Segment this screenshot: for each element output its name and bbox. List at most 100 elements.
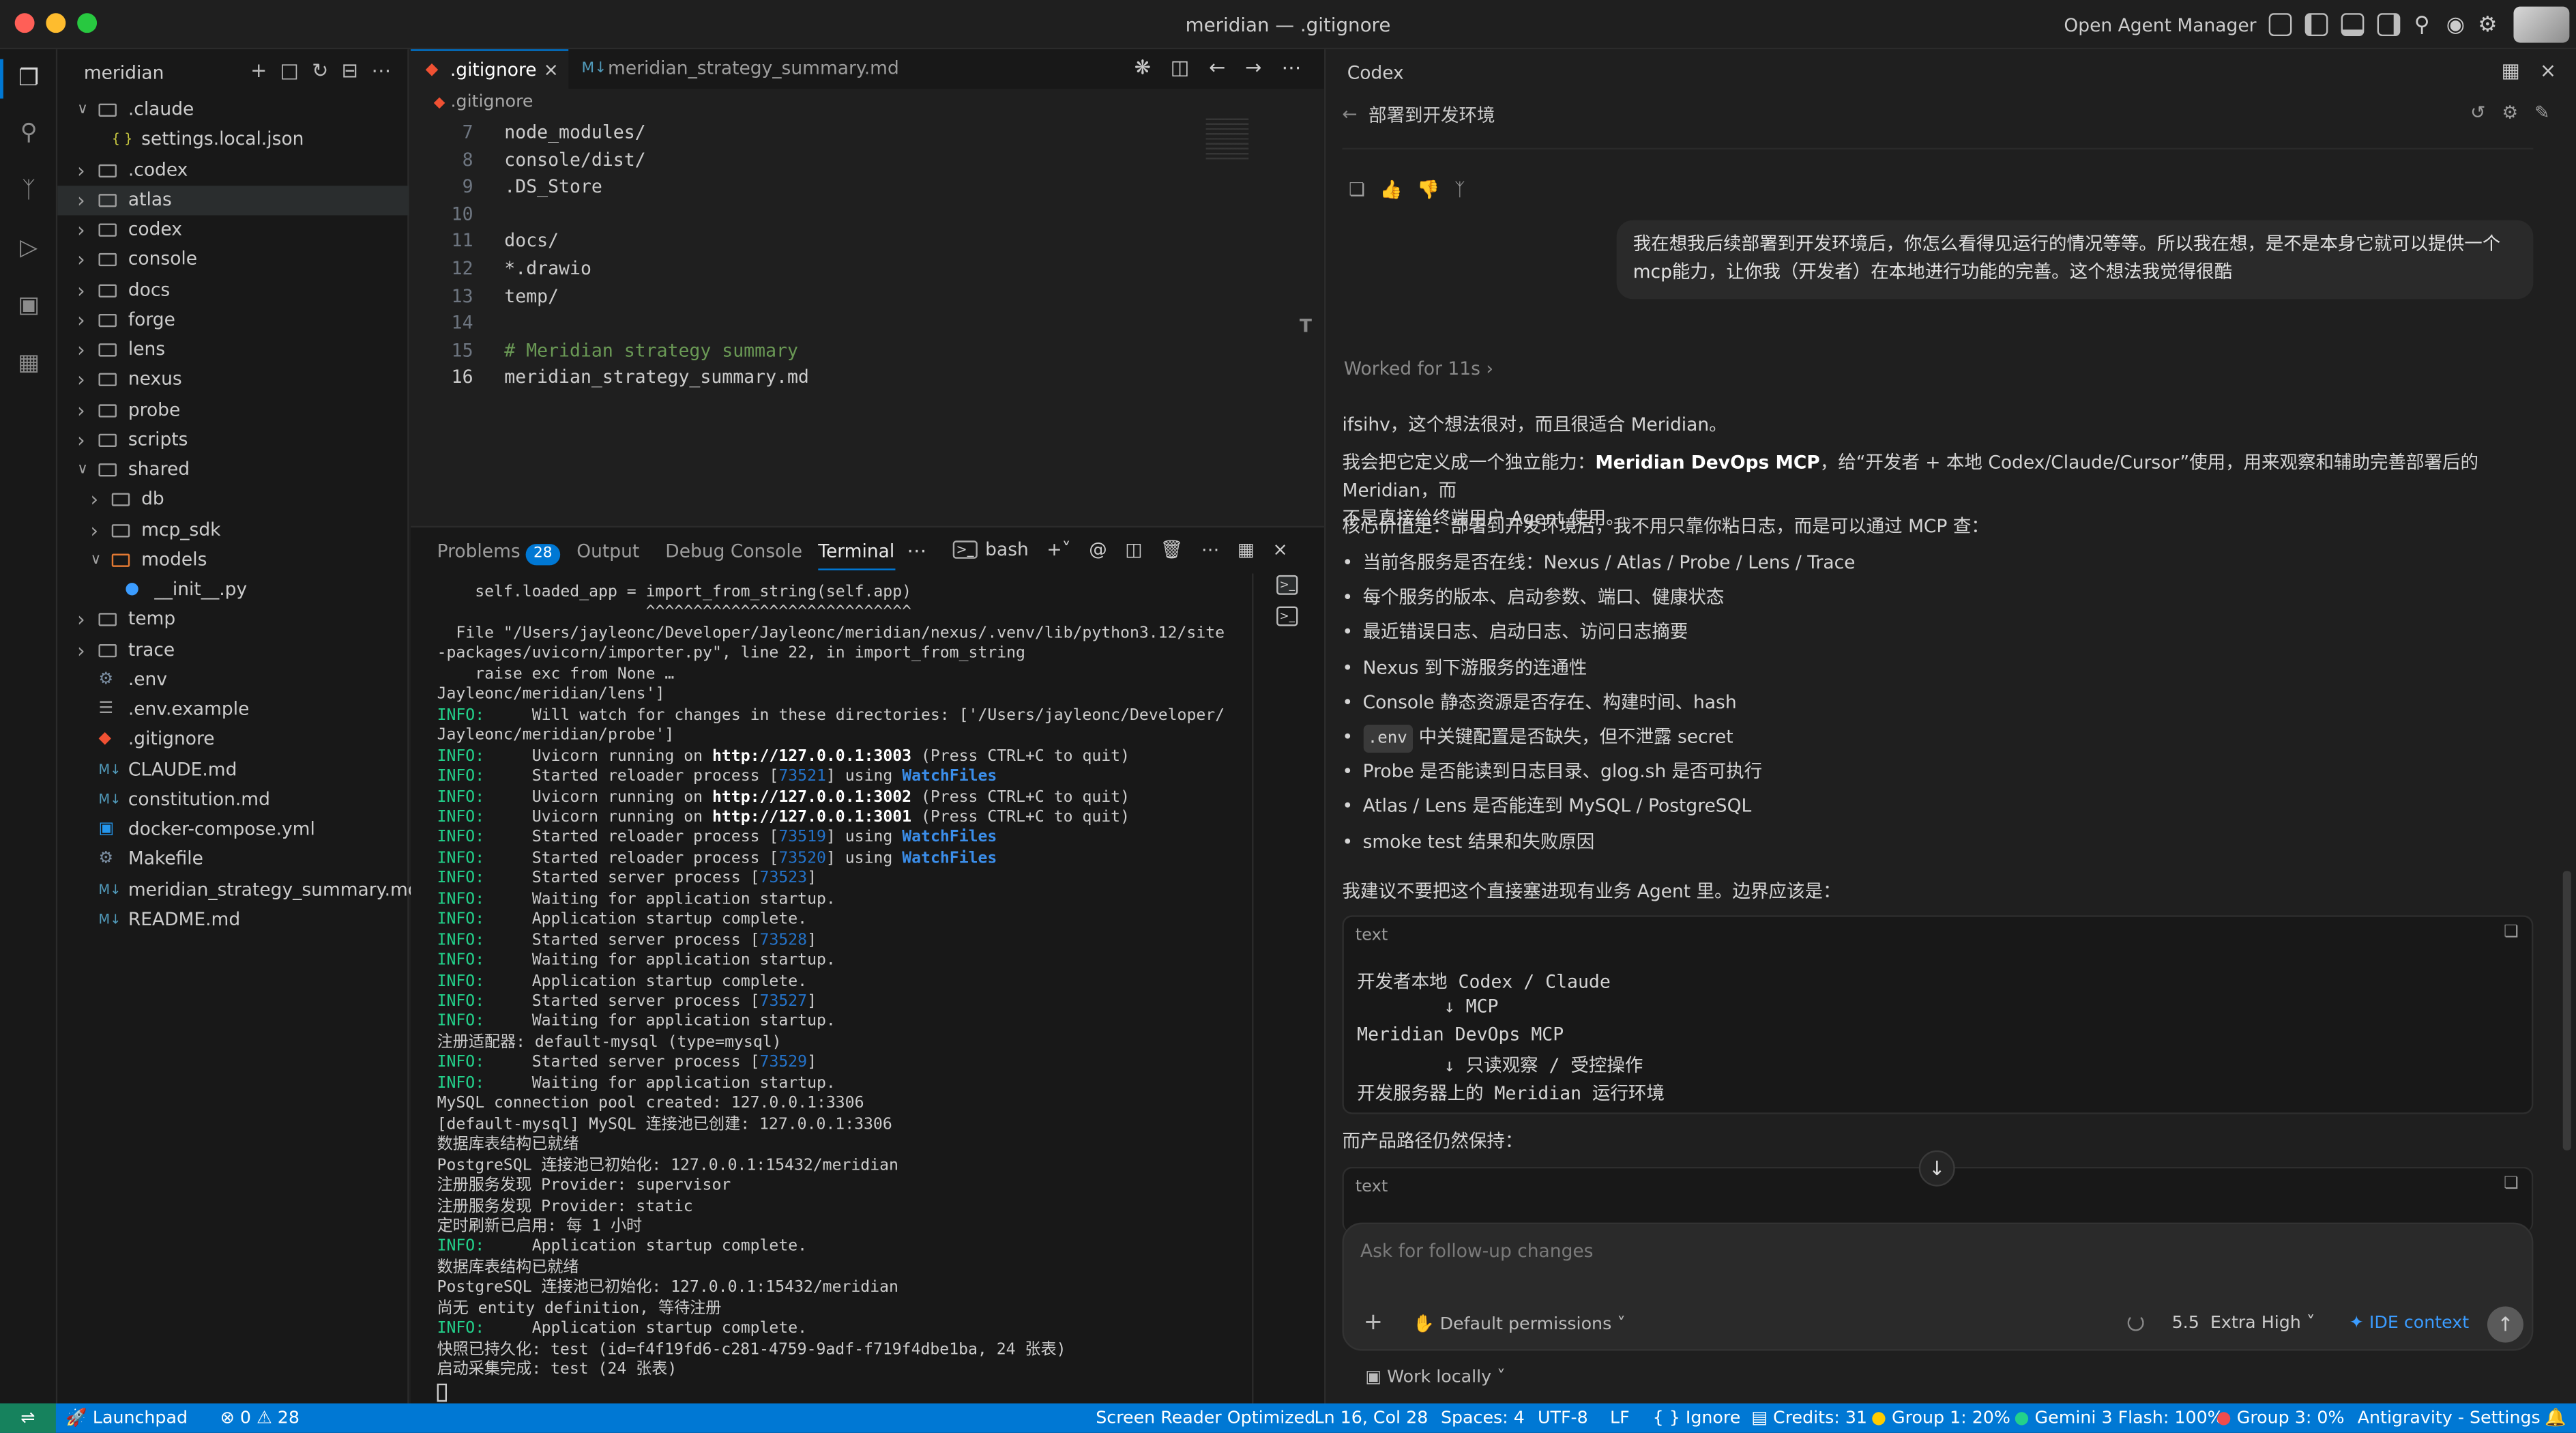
layout-icon[interactable] [2269, 13, 2293, 36]
explorer-icon[interactable]: ❐ [15, 66, 43, 93]
more-actions-icon[interactable]: ⋯ [1281, 56, 1301, 79]
tree-item[interactable]: M↓ README.md [57, 905, 409, 934]
close-icon[interactable]: × [2540, 59, 2556, 83]
tree-item[interactable]: ⚙ Makefile [57, 845, 409, 874]
problems-indicator[interactable]: ⊗ 0 ⚠ 28 [220, 1404, 299, 1433]
chevron-right-icon[interactable]: › [77, 335, 85, 364]
more-actions-icon[interactable]: ⋯ [371, 59, 391, 83]
tree-item[interactable]: › codex [57, 215, 409, 244]
run-debug-icon[interactable]: ▷ [15, 235, 43, 263]
language-mode[interactable]: { } Ignore [1653, 1404, 1741, 1433]
tree-item[interactable]: › forge [57, 305, 409, 334]
antigravity-settings[interactable]: Antigravity - Settings [2358, 1404, 2541, 1433]
permissions-dropdown[interactable]: ✋ Default permissions ˅ [1413, 1313, 1626, 1335]
split-editor-icon[interactable]: ◫ [1171, 56, 1189, 79]
work-locally-dropdown[interactable]: ▣ Work locally ˅ [1365, 1367, 1506, 1387]
tree-item[interactable]: ◆ .gitignore [57, 725, 409, 755]
kill-terminal-icon[interactable]: 🗑 [1160, 539, 1184, 560]
breadcrumb[interactable]: ◆ .gitignore [434, 92, 533, 112]
tree-item[interactable]: › docs [57, 275, 409, 304]
tree-item[interactable]: M↓ constitution.md [57, 785, 409, 814]
tab-gitignore[interactable]: ◆ .gitignore × [411, 49, 569, 91]
code-line[interactable]: 16 meridian_strategy_summary.md [411, 364, 1199, 392]
new-file-icon[interactable]: + [250, 59, 267, 83]
maximize-panel-icon[interactable]: ▦ [2502, 59, 2520, 83]
group1-quota[interactable]: ● Group 1: 20% [1871, 1404, 2010, 1433]
end-of-line[interactable]: LF [1610, 1404, 1630, 1433]
gear-icon[interactable]: ⚙ [2502, 102, 2518, 123]
chevron-down-icon[interactable]: ∨ [90, 545, 101, 575]
tree-item[interactable]: › .codex [57, 156, 409, 185]
copy-icon[interactable]: ❏ [2504, 1175, 2519, 1193]
thumbs-down-icon[interactable]: 👎 [1417, 179, 1439, 200]
toggle-sidebar-icon[interactable] [2305, 13, 2329, 36]
tree-item[interactable]: M↓ meridian_strategy_summary.md [57, 875, 419, 904]
chevron-right-icon[interactable]: › [77, 635, 85, 665]
follow-up-input[interactable]: Ask for follow-up changes [1360, 1241, 1594, 1262]
chevron-right-icon[interactable]: › [77, 215, 85, 244]
at-mention-icon[interactable]: @ [1089, 539, 1107, 560]
chevron-right-icon[interactable]: › [77, 186, 85, 215]
encoding[interactable]: UTF-8 [1538, 1404, 1588, 1433]
toggle-panel-icon[interactable] [2341, 13, 2365, 36]
copilot-icon[interactable]: ◉ [2446, 12, 2465, 37]
avatar[interactable] [2513, 6, 2570, 43]
split-terminal-icon[interactable]: ◫ [1125, 539, 1142, 560]
scrollbar[interactable] [2562, 871, 2571, 1150]
tree-item[interactable]: M↓ CLAUDE.md [57, 755, 409, 785]
terminal-shell-icon[interactable]: >_ [952, 540, 978, 559]
tree-item[interactable]: ▣ docker-compose.yml [57, 815, 409, 844]
code-line[interactable]: 12 *.drawio [411, 255, 1199, 283]
chevron-right-icon[interactable]: › [77, 305, 85, 334]
tree-item[interactable]: › lens [57, 335, 409, 364]
tab-debug-console[interactable]: Debug Console [665, 540, 802, 562]
chevron-right-icon[interactable]: › [90, 485, 98, 515]
go-back-icon[interactable]: ← [1209, 56, 1225, 79]
tree-item[interactable]: › db [57, 485, 409, 515]
gemini-quota[interactable]: ● Gemini 3 Flash: 100% [2014, 1404, 2223, 1433]
copy-icon[interactable]: ❏ [1349, 179, 1365, 200]
tree-item[interactable]: ∨ shared [57, 455, 409, 484]
cursor-position[interactable]: Ln 16, Col 28 [1315, 1404, 1429, 1433]
tab-strategy-summary[interactable]: M↓ meridian_strategy_summary.md [568, 49, 898, 89]
tree-item[interactable]: › trace [57, 635, 409, 665]
terminal-instance-icon[interactable]: >_ [1276, 575, 1298, 595]
remote-indicator[interactable]: ⇌ [0, 1403, 56, 1433]
terminal-instance-icon[interactable]: >_ [1276, 606, 1298, 626]
chevron-right-icon[interactable]: › [90, 515, 98, 545]
close-icon[interactable]: × [1272, 539, 1287, 560]
new-chat-icon[interactable]: ✎ [2534, 102, 2549, 123]
chevron-right-icon[interactable]: › [77, 605, 85, 635]
code-line[interactable]: 9 .DS_Store [411, 173, 1199, 201]
code-line[interactable]: 8 console/dist/ [411, 145, 1199, 173]
search-icon[interactable]: ⚲ [2414, 12, 2430, 37]
chevron-right-icon[interactable]: › [77, 425, 85, 454]
model-dropdown[interactable]: 5.5 Extra High ˅ [2172, 1313, 2315, 1333]
gear-icon[interactable]: ⚙ [2478, 12, 2497, 37]
code-line[interactable]: 13 temp/ [411, 282, 1199, 310]
scroll-to-bottom-button[interactable]: ↓ [1918, 1150, 1955, 1187]
minimap[interactable] [1205, 118, 1249, 161]
thumbs-up-icon[interactable]: 👍 [1380, 179, 1403, 200]
open-agent-manager-button[interactable]: Open Agent Manager [2064, 14, 2256, 35]
remote-explorer-icon[interactable]: ▣ [15, 293, 43, 321]
tree-item[interactable]: › nexus [57, 365, 409, 394]
launchpad-button[interactable]: 🚀 Launchpad [65, 1404, 188, 1433]
code-line[interactable]: 7 node_modules/ [411, 118, 1199, 146]
source-control-icon[interactable]: ᛉ [15, 177, 43, 205]
tree-item[interactable]: › atlas [57, 185, 409, 215]
new-terminal-icon[interactable]: +˅ [1046, 539, 1070, 560]
go-forward-icon[interactable]: → [1245, 56, 1261, 79]
close-icon[interactable]: × [544, 51, 559, 91]
tab-problems[interactable]: Problems 28 [437, 540, 561, 566]
chevron-down-icon[interactable]: ∨ [77, 455, 88, 484]
more-actions-icon[interactable]: ⋯ [1201, 539, 1219, 560]
worked-duration[interactable]: Worked for 11s › [1344, 355, 1493, 383]
credits-indicator[interactable]: ▤ Credits: 31 [1751, 1404, 1867, 1433]
maximize-panel-icon[interactable]: ▦ [1238, 539, 1255, 560]
add-attachment-icon[interactable]: + [1364, 1309, 1383, 1336]
chevron-right-icon[interactable]: › [77, 156, 85, 185]
indentation[interactable]: Spaces: 4 [1441, 1404, 1525, 1433]
refresh-icon[interactable]: ↻ [312, 59, 328, 83]
history-icon[interactable]: ↺ [2470, 102, 2485, 123]
